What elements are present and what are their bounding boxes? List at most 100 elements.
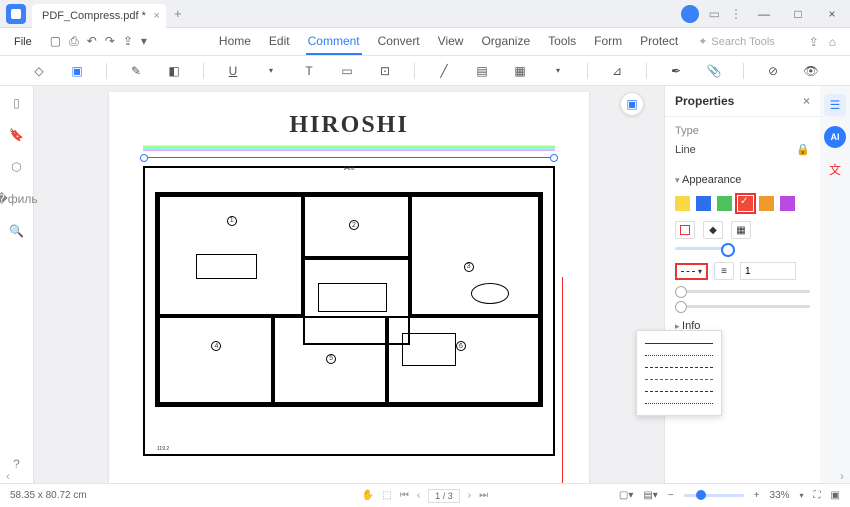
page-current[interactable]: 1: [435, 491, 440, 501]
underline-icon[interactable]: U: [224, 62, 242, 80]
swatch-blue[interactable]: [696, 196, 711, 211]
redo-icon[interactable]: ↷: [105, 34, 115, 49]
textbox-icon[interactable]: ▭: [338, 62, 356, 80]
ai-rail-icon[interactable]: AI: [824, 126, 846, 148]
fullscreen-icon[interactable]: ⛶: [814, 490, 821, 501]
open-icon[interactable]: ▢: [50, 34, 61, 49]
stamp-more-icon[interactable]: ▾: [549, 62, 567, 80]
eraser-icon[interactable]: ◧: [165, 62, 183, 80]
tab-edit[interactable]: Edit: [267, 29, 292, 55]
zoom-slider[interactable]: [684, 494, 744, 497]
properties-close-button[interactable]: ×: [803, 94, 810, 108]
measure-icon[interactable]: ⊿: [608, 62, 626, 80]
thumbnails-icon[interactable]: ▯: [13, 96, 20, 110]
swatch-green[interactable]: [717, 196, 732, 211]
document-tab[interactable]: PDF_Compress.pdf * ×: [32, 4, 166, 28]
collapse-ribbon-icon[interactable]: ▭: [709, 7, 720, 21]
zoom-out-icon[interactable]: −: [668, 490, 674, 501]
tab-tools[interactable]: Tools: [546, 29, 578, 55]
hand-tool-icon[interactable]: ✋: [362, 490, 374, 501]
highlight-icon[interactable]: ◇: [30, 62, 48, 80]
print-icon[interactable]: ⎙: [69, 34, 79, 49]
shield-icon[interactable]: ⬡: [11, 160, 21, 174]
first-page-icon[interactable]: ⏮: [400, 490, 409, 501]
line-thickness-icon[interactable]: ≡: [714, 262, 734, 280]
last-page-icon[interactable]: ⏭: [479, 490, 488, 501]
search-tools[interactable]: ✦ Search Tools: [698, 35, 775, 48]
home-icon[interactable]: ⌂: [829, 35, 836, 49]
dash-dotted[interactable]: [645, 349, 713, 361]
callout-icon[interactable]: ⊡: [376, 62, 394, 80]
note-icon[interactable]: ▤: [473, 62, 491, 80]
tab-form[interactable]: Form: [592, 29, 624, 55]
horizontal-scrollbar[interactable]: ‹ ›: [0, 469, 850, 483]
signature-icon[interactable]: ✒: [667, 62, 685, 80]
properties-rail-icon[interactable]: ☰: [824, 94, 846, 116]
lock-icon[interactable]: 🔒: [796, 143, 810, 156]
fill-color-button[interactable]: ◆: [703, 221, 723, 239]
file-menu[interactable]: File: [6, 34, 40, 50]
tab-convert[interactable]: Convert: [376, 29, 422, 55]
view-mode-icon[interactable]: ▤▾: [643, 490, 657, 501]
ai-float-button[interactable]: ▣: [620, 92, 644, 116]
bookmarks-icon[interactable]: 🔖: [9, 128, 24, 142]
tab-organize[interactable]: Organize: [479, 29, 532, 55]
window-minimize-button[interactable]: —: [752, 3, 776, 25]
dash-dashed[interactable]: [645, 361, 713, 373]
opacity-button[interactable]: ▦: [731, 221, 751, 239]
tab-view[interactable]: View: [436, 29, 466, 55]
swatch-orange[interactable]: [759, 196, 774, 211]
text-icon[interactable]: T: [300, 62, 318, 80]
prev-page-icon[interactable]: ‹: [417, 490, 420, 501]
page-total: / 3: [443, 491, 453, 501]
read-mode-icon[interactable]: ▣: [831, 490, 840, 501]
dash-dashdot[interactable]: [645, 373, 713, 385]
tab-comment[interactable]: Comment: [306, 29, 362, 55]
thickness-slider-1[interactable]: [675, 290, 810, 293]
dash-longdot[interactable]: [645, 397, 713, 409]
line-annotation[interactable]: [143, 157, 555, 158]
area-highlight-icon[interactable]: ▣: [68, 62, 86, 80]
scroll-right-icon[interactable]: ›: [840, 469, 844, 483]
canvas-area[interactable]: ▣ HIROSHI 9400 1 2: [34, 86, 664, 483]
save-icon[interactable]: ⇪: [123, 34, 133, 49]
more-icon[interactable]: ⋮: [730, 7, 742, 21]
stamp-icon[interactable]: ▦: [511, 62, 529, 80]
share-icon[interactable]: ⇪: [809, 35, 819, 49]
user-avatar[interactable]: [681, 5, 699, 23]
hide-comments-icon[interactable]: ⊘: [764, 62, 782, 80]
swatch-red[interactable]: [738, 196, 753, 211]
undo-icon[interactable]: ↶: [87, 34, 97, 49]
zoom-value[interactable]: 33%: [770, 490, 790, 501]
translate-rail-icon[interactable]: 文: [824, 158, 846, 180]
qat-more-icon[interactable]: ▾: [141, 34, 147, 49]
line-style-button[interactable]: ▾: [675, 263, 708, 280]
attachments-icon[interactable]: �филь: [0, 192, 38, 206]
zoom-in-icon[interactable]: +: [754, 490, 760, 501]
underline-more-icon[interactable]: ▾: [262, 62, 280, 80]
dash-long[interactable]: [645, 385, 713, 397]
fit-page-icon[interactable]: ▢▾: [619, 490, 633, 501]
swatch-yellow[interactable]: [675, 196, 690, 211]
swatch-purple[interactable]: [780, 196, 795, 211]
stroke-color-button[interactable]: [675, 221, 695, 239]
search-icon[interactable]: 🔍: [9, 224, 24, 238]
attachment-icon[interactable]: 📎: [705, 62, 723, 80]
window-maximize-button[interactable]: □: [786, 3, 810, 25]
tab-home[interactable]: Home: [217, 29, 253, 55]
opacity-slider[interactable]: [675, 247, 735, 250]
pencil-icon[interactable]: ✎: [127, 62, 145, 80]
thickness-input[interactable]: [740, 262, 796, 280]
tab-protect[interactable]: Protect: [638, 29, 680, 55]
scroll-left-icon[interactable]: ‹: [6, 469, 10, 483]
window-close-button[interactable]: ×: [820, 3, 844, 25]
tab-close-button[interactable]: ×: [154, 10, 160, 22]
new-tab-button[interactable]: +: [174, 6, 182, 21]
select-tool-icon[interactable]: ⬚: [382, 490, 391, 501]
thickness-slider-2[interactable]: [675, 305, 810, 308]
next-page-icon[interactable]: ›: [468, 490, 471, 501]
appearance-section[interactable]: Appearance: [665, 168, 820, 192]
show-comments-icon[interactable]: 👁: [802, 62, 820, 80]
dash-solid[interactable]: [645, 337, 713, 349]
line-icon[interactable]: ╱: [435, 62, 453, 80]
